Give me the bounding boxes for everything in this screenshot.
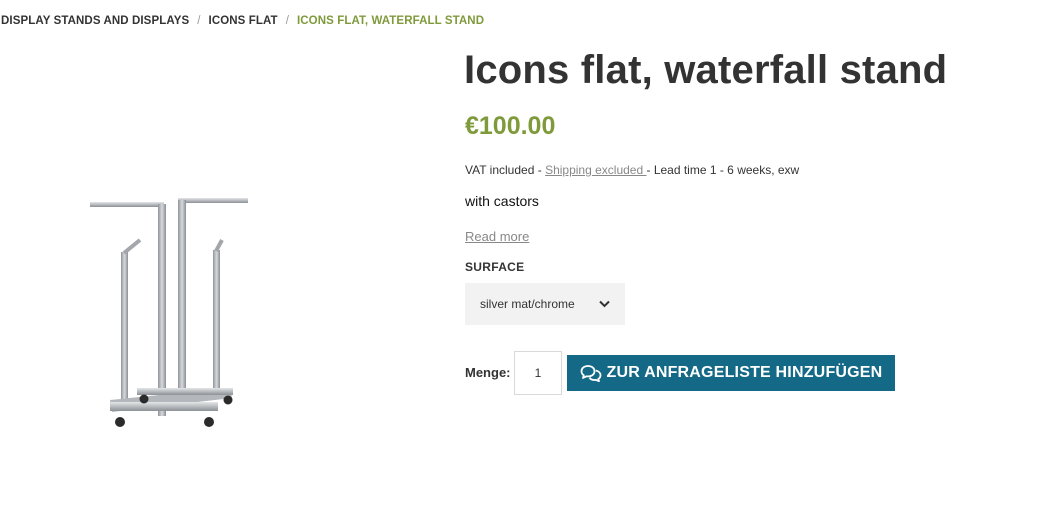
breadcrumb-separator: / bbox=[197, 15, 201, 27]
breadcrumb: DISPLAY STANDS AND DISPLAYS / ICONS FLAT / I… bbox=[1, 15, 484, 27]
quantity-label: Menge: bbox=[465, 365, 511, 380]
lead-time-text: - Lead time 1 - 6 weeks, exw bbox=[646, 163, 800, 177]
breadcrumb-current: ICONS FLAT, WATERFALL STAND bbox=[296, 15, 485, 27]
breadcrumb-separator: / bbox=[285, 15, 289, 27]
breadcrumb-link-icons-flat[interactable]: ICONS FLAT bbox=[209, 15, 278, 27]
tax-info: VAT included - Shipping excluded - Lead … bbox=[465, 163, 799, 177]
clothing-rack-image bbox=[90, 198, 248, 427]
product-price: €100.00 bbox=[465, 112, 556, 140]
add-to-inquiry-label: ZUR ANFRAGELISTE HINZUFÜGEN bbox=[606, 364, 883, 381]
page-title: Icons flat, waterfall stand bbox=[464, 48, 948, 92]
short-description: with castors bbox=[465, 193, 539, 209]
chat-bubbles-icon bbox=[580, 365, 601, 382]
quantity-input[interactable]: 1 bbox=[514, 351, 562, 395]
surface-select-value: silver mat/chrome bbox=[480, 297, 575, 311]
vat-text: VAT included - bbox=[465, 163, 542, 177]
breadcrumb-link-display-stands[interactable]: DISPLAY STANDS AND DISPLAYS bbox=[1, 15, 189, 27]
product-image[interactable] bbox=[82, 190, 257, 430]
read-more-link[interactable]: Read more bbox=[465, 229, 529, 244]
add-to-inquiry-button[interactable]: ZUR ANFRAGELISTE HINZUFÜGEN bbox=[567, 355, 895, 391]
surface-label: SURFACE bbox=[465, 260, 525, 274]
chevron-down-icon bbox=[599, 300, 610, 308]
surface-select[interactable]: silver mat/chrome bbox=[465, 283, 625, 325]
shipping-link[interactable]: Shipping excluded bbox=[545, 163, 646, 177]
